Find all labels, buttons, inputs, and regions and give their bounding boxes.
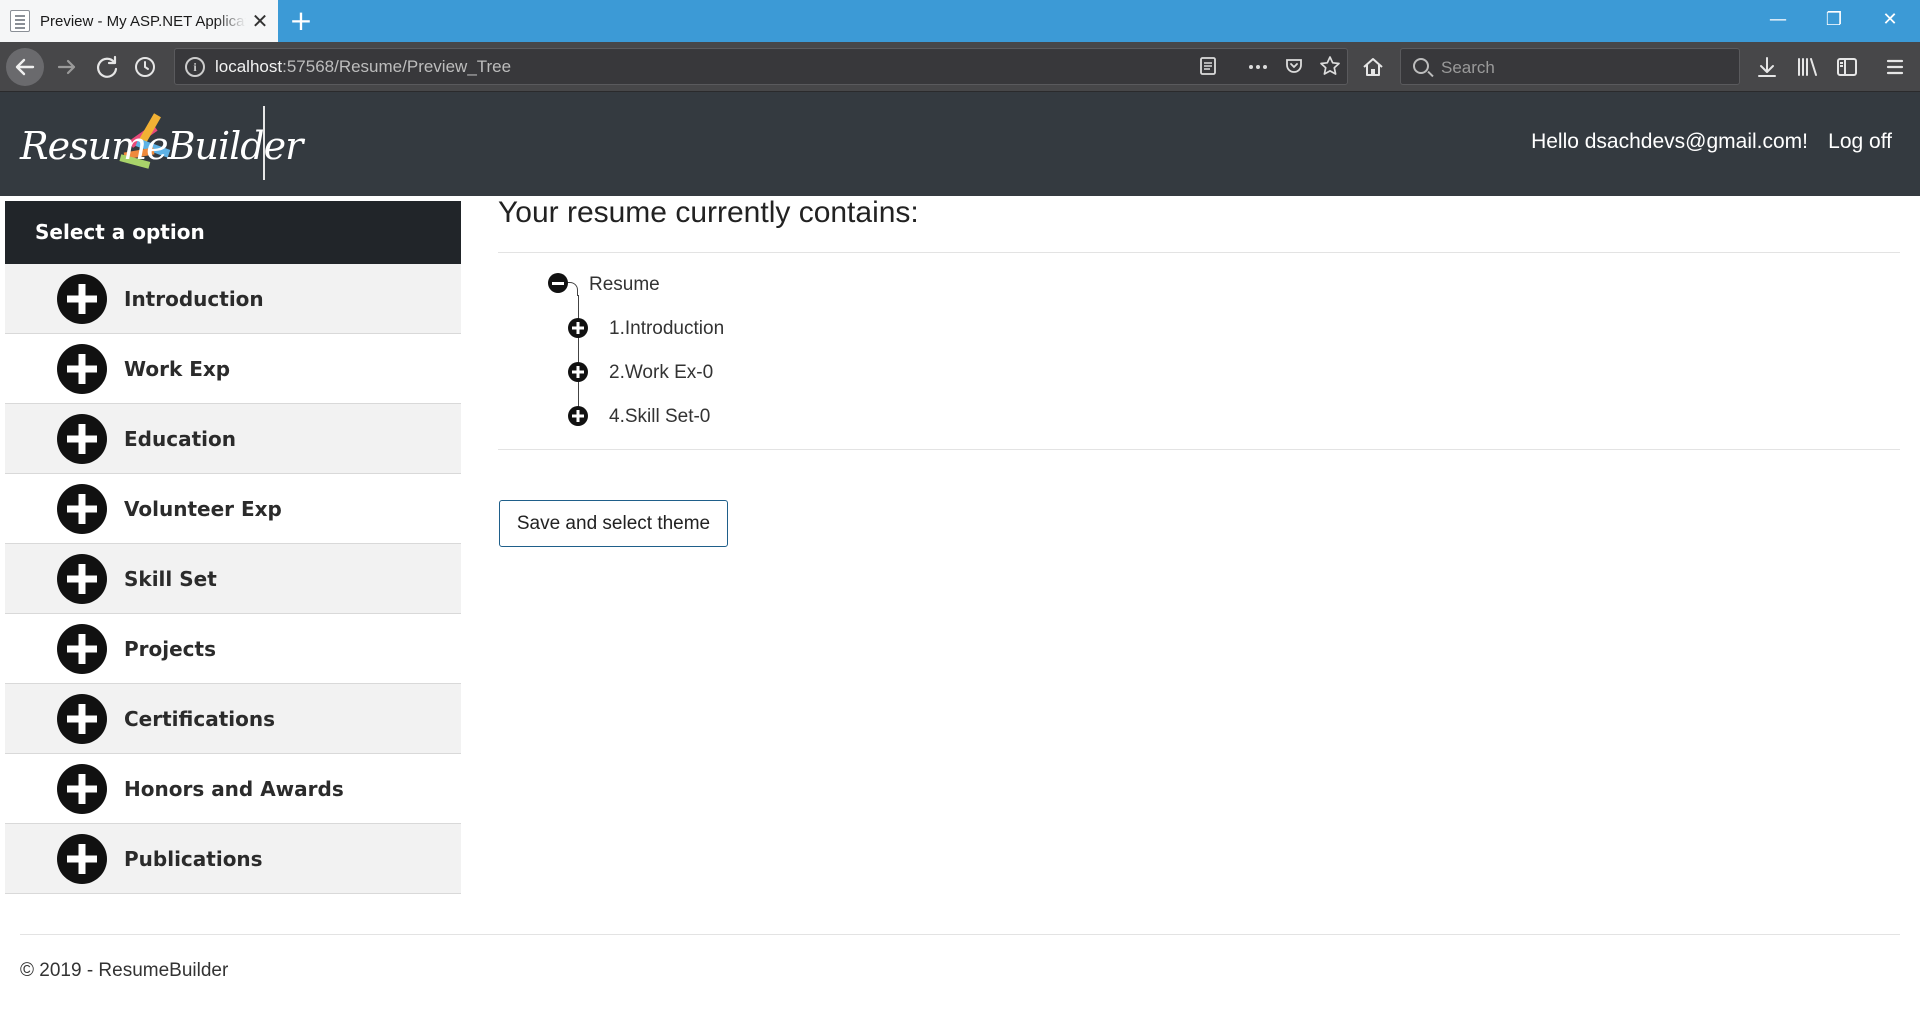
bookmark-star-icon[interactable] <box>1317 55 1343 81</box>
reader-view-icon[interactable] <box>1195 55 1221 81</box>
resume-builder-logo[interactable]: ResumeBuilder <box>20 106 303 182</box>
user-greeting[interactable]: Hello dsachdevs@gmail.com! <box>1531 130 1808 154</box>
sidebar-item-label: Skill Set <box>124 566 217 591</box>
browser-navigation-bar: i localhost:57568/Resume/Preview_Tree Se… <box>0 42 1920 92</box>
restore-button[interactable]: ❐ <box>1806 0 1862 42</box>
divider <box>498 449 1900 450</box>
sidebar-item-label: Honors and Awards <box>124 776 344 801</box>
address-bar[interactable]: i localhost:57568/Resume/Preview_Tree <box>174 48 1348 85</box>
page-icon <box>10 10 30 32</box>
site-info-icon[interactable]: i <box>185 57 205 77</box>
add-icon[interactable] <box>57 763 107 814</box>
library-icon[interactable] <box>1790 50 1824 84</box>
tree-node-skill-set[interactable]: 4.Skill Set-0 <box>609 406 710 428</box>
sidebar-item-label: Projects <box>124 636 217 661</box>
add-icon[interactable] <box>57 693 107 744</box>
browser-tab[interactable]: Preview - My ASP.NET Application ✕ <box>0 0 278 42</box>
history-icon[interactable] <box>128 50 162 84</box>
sidebar-item-introduction[interactable]: Introduction <box>5 264 461 334</box>
add-icon[interactable] <box>57 343 107 394</box>
sidebar-item-honors-and-awards[interactable]: Honors and Awards <box>5 754 461 824</box>
log-off-link[interactable]: Log off <box>1828 130 1892 154</box>
add-icon[interactable] <box>57 483 107 534</box>
expand-icon[interactable] <box>568 406 588 426</box>
save-and-select-theme-button[interactable]: Save and select theme <box>499 500 728 547</box>
close-tab-icon[interactable]: ✕ <box>250 11 270 31</box>
search-icon <box>1413 58 1429 74</box>
sidebar-item-projects[interactable]: Projects <box>5 614 461 684</box>
add-icon[interactable] <box>57 623 107 674</box>
reload-icon[interactable] <box>90 50 124 84</box>
footer-copyright: © 2019 - ResumeBuilder <box>20 960 229 981</box>
menu-icon[interactable] <box>1878 50 1912 84</box>
download-icon[interactable] <box>1750 50 1784 84</box>
footer-divider <box>20 934 1900 935</box>
add-icon[interactable] <box>57 273 107 324</box>
logo-text: ResumeBuilder <box>20 124 303 168</box>
sidebar-item-label: Education <box>124 426 236 451</box>
logo-divider <box>263 106 265 180</box>
close-window-button[interactable]: ✕ <box>1862 0 1918 42</box>
search-placeholder: Search <box>1441 58 1495 77</box>
sidebar-toggle-icon[interactable] <box>1830 50 1864 84</box>
sidebar-item-label: Certifications <box>124 706 275 731</box>
pocket-icon[interactable] <box>1281 55 1307 81</box>
sidebar-item-label: Work Exp <box>124 356 231 381</box>
sidebar-heading: Select a option <box>5 201 461 264</box>
add-icon[interactable] <box>57 833 107 884</box>
sidebar-item-publications[interactable]: Publications <box>5 824 461 894</box>
minimize-button[interactable]: — <box>1750 0 1806 42</box>
expand-icon[interactable] <box>568 362 588 382</box>
sidebar-item-volunteer-exp[interactable]: Volunteer Exp <box>5 474 461 544</box>
expand-icon[interactable] <box>568 318 588 338</box>
page-title: Your resume currently contains: <box>498 196 919 229</box>
url-path: :57568/Resume/Preview_Tree <box>282 57 512 76</box>
back-button[interactable] <box>6 48 44 86</box>
tab-title: Preview - My ASP.NET Application <box>40 12 246 30</box>
divider <box>498 252 1900 253</box>
sidebar-item-label: Introduction <box>124 286 264 311</box>
tree-node-introduction[interactable]: 1.Introduction <box>609 318 724 340</box>
sidebar-item-label: Publications <box>124 846 263 871</box>
option-sidebar: Select a option Introduction Work Exp Ed… <box>5 201 461 894</box>
sidebar-item-certifications[interactable]: Certifications <box>5 684 461 754</box>
add-icon[interactable] <box>57 413 107 464</box>
more-actions-icon[interactable] <box>1245 55 1271 81</box>
sidebar-item-education[interactable]: Education <box>5 404 461 474</box>
tree-connector <box>578 295 579 415</box>
tree-node-work-exp[interactable]: 2.Work Ex-0 <box>609 362 713 384</box>
site-header: ResumeBuilder Hello dsachdevs@gmail.com!… <box>0 92 1920 196</box>
sidebar-item-work-exp[interactable]: Work Exp <box>5 334 461 404</box>
search-bar[interactable]: Search <box>1400 48 1740 85</box>
sidebar-item-skill-set[interactable]: Skill Set <box>5 544 461 614</box>
sidebar-item-label: Volunteer Exp <box>124 496 282 521</box>
home-icon[interactable] <box>1356 50 1390 84</box>
url-host: localhost <box>215 57 283 76</box>
forward-button[interactable] <box>50 50 84 84</box>
browser-tab-bar: Preview - My ASP.NET Application ✕ + — ❐… <box>0 0 1920 42</box>
add-icon[interactable] <box>57 553 107 604</box>
new-tab-button[interactable]: + <box>286 6 316 36</box>
url-text: localhost:57568/Resume/Preview_Tree <box>215 57 511 77</box>
tree-root-resume[interactable]: Resume <box>589 274 660 296</box>
collapse-icon[interactable] <box>548 273 568 293</box>
